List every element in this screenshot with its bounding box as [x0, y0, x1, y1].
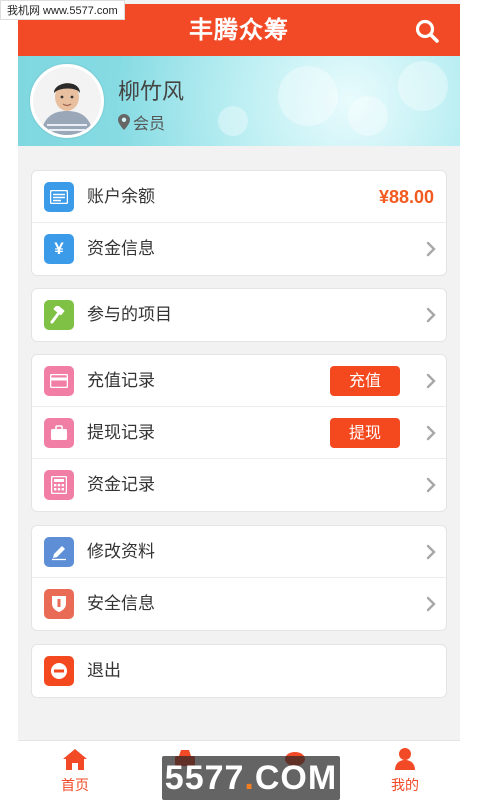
chevron-right-icon	[426, 373, 436, 389]
row-projects[interactable]: 参与的项目	[32, 289, 446, 341]
chevron-right-icon	[426, 596, 436, 612]
row-label: 修改资料	[87, 542, 155, 562]
tab-mine[interactable]: 我的	[350, 741, 460, 801]
avatar[interactable]	[30, 64, 104, 138]
location-pin-icon	[118, 114, 130, 130]
logout-card: 退出	[31, 644, 447, 698]
row-label: 参与的项目	[87, 305, 172, 325]
card-icon	[44, 366, 74, 396]
tab-mine-label: 我的	[391, 778, 419, 794]
recharge-button[interactable]: 充值	[330, 366, 400, 396]
tab-home[interactable]: 首页	[20, 741, 130, 801]
account-card: 账户余额 ¥88.00 ¥ 资金信息	[31, 170, 447, 276]
chevron-right-icon	[426, 241, 436, 257]
watermark-part1: 5577	[164, 759, 245, 797]
user-name: 柳竹风	[118, 80, 185, 105]
chevron-right-icon	[426, 477, 436, 493]
logout-icon	[44, 656, 74, 686]
row-label: 资金记录	[87, 475, 155, 495]
chevron-right-icon	[426, 544, 436, 560]
row-label: 安全信息	[87, 594, 155, 614]
avatar-image	[33, 67, 101, 135]
search-icon[interactable]	[414, 18, 440, 44]
row-balance[interactable]: 账户余额 ¥88.00	[32, 171, 446, 223]
gavel-icon	[44, 300, 74, 330]
withdraw-button[interactable]: 提现	[330, 418, 400, 448]
watermark-part2: COM	[254, 759, 338, 797]
row-label: 提现记录	[87, 423, 155, 443]
watermark-bottom: 5577.COM	[162, 756, 340, 800]
chevron-right-icon	[426, 307, 436, 323]
row-recharge-records[interactable]: 充值记录 充值	[32, 355, 446, 407]
pencil-icon	[44, 537, 74, 567]
row-logout[interactable]: 退出	[32, 645, 446, 697]
row-withdraw-records[interactable]: 提现记录 提现	[32, 407, 446, 459]
row-edit-profile[interactable]: 修改资料	[32, 526, 446, 578]
row-label: 资金信息	[87, 239, 155, 259]
row-label: 充值记录	[87, 371, 155, 391]
settings-card: 修改资料 安全信息	[31, 525, 447, 631]
user-role: 会员	[118, 110, 165, 134]
yen-icon: ¥	[44, 234, 74, 264]
balance-amount: ¥88.00	[378, 187, 434, 207]
watermark-dot: .	[244, 759, 255, 797]
calculator-icon	[44, 470, 74, 500]
row-label: 退出	[87, 661, 121, 681]
row-label: 账户余额	[87, 187, 155, 207]
watermark-top: 我机网 www.5577.com	[0, 0, 125, 20]
profile-banner: 柳竹风 会员	[18, 56, 460, 146]
home-icon	[63, 749, 87, 770]
records-card: 充值记录 充值 提现记录 提现 资金记录	[31, 354, 447, 512]
briefcase-icon	[44, 418, 74, 448]
wallet-icon	[44, 182, 74, 212]
projects-card: 参与的项目	[31, 288, 447, 342]
tab-home-label: 首页	[61, 778, 89, 794]
row-fund-info[interactable]: ¥ 资金信息	[32, 223, 446, 275]
shield-icon	[44, 589, 74, 619]
user-role-label: 会员	[133, 114, 166, 133]
row-fund-records[interactable]: 资金记录	[32, 459, 446, 511]
user-icon	[395, 748, 415, 770]
row-security-info[interactable]: 安全信息	[32, 578, 446, 630]
chevron-right-icon	[426, 425, 436, 441]
